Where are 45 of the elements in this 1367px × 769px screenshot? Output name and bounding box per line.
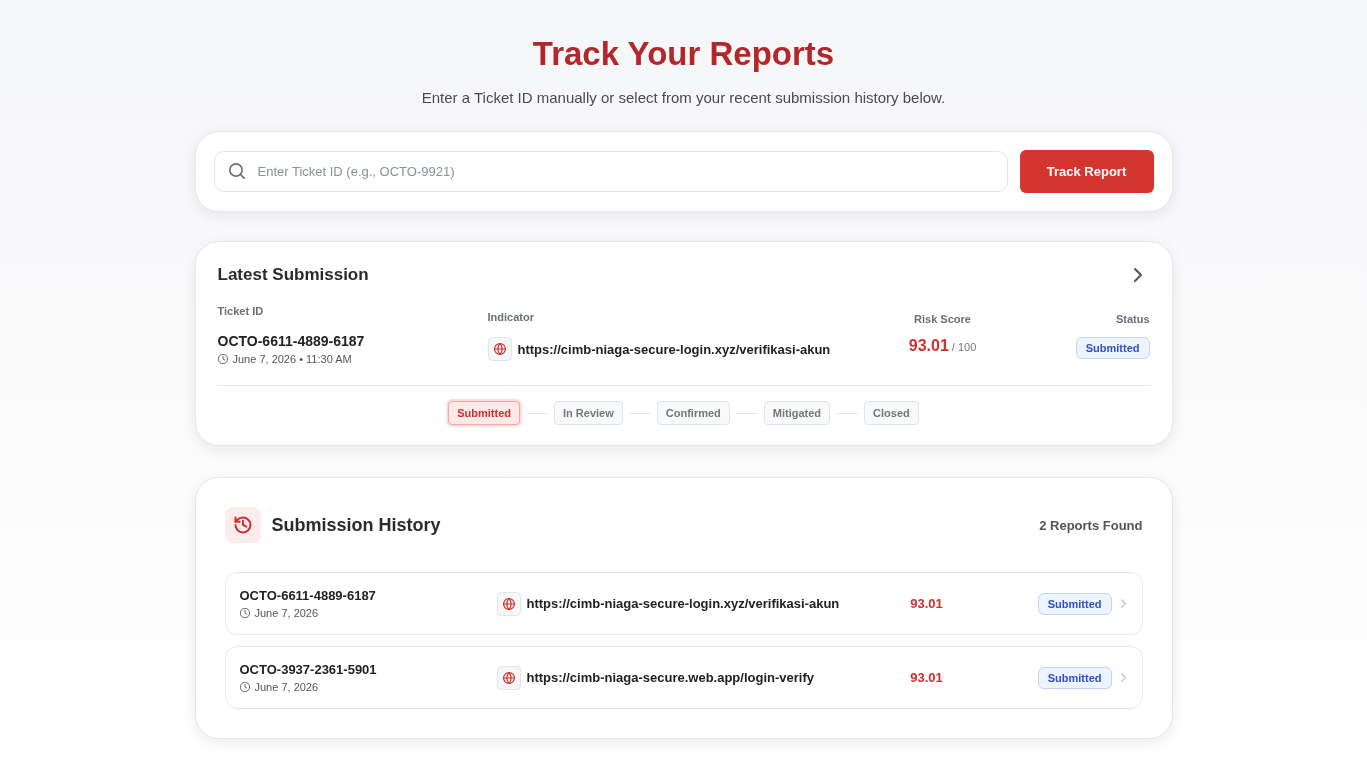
page-title: Track Your Reports [531,34,836,74]
ticket-search-field[interactable]: Enter Ticket ID (e.g., OCTO-9921) [213,151,1008,192]
column-label: Status [1115,312,1150,326]
indicator-url: https://cimb-niaga-secure-login.xyz/verifikasi-akun [517,341,831,357]
reports-count: 2 Reports Found [1039,517,1143,533]
progress-step: Confirmed [656,401,730,425]
status-badge: Submitted [1075,337,1150,359]
ticket-id: OCTO-3937-2361-5901 [239,660,377,678]
globe-icon [496,591,521,616]
status-badge: Submitted [1037,592,1112,615]
indicator-url: https://cimb-niaga-secure-login.xyz/verifikasi-akun [526,596,840,611]
clock-icon [239,681,250,692]
clock-icon [217,354,228,364]
progress-step: Closed [864,401,919,425]
ticket-id: OCTO-6611-4889-6187 [239,586,376,604]
submission-date: June 7, 2026 [254,605,319,621]
card-title: Submission History [271,514,441,536]
history-row[interactable]: OCTO-6611-4889-6187 June 7, 2026 https://cimb-niaga-secure-login.xyz/verifikasi-akun 93.01 Submitted [224,572,1143,635]
page-subtitle: Enter a Ticket ID manually or select from your recent submission history below. [421,88,946,108]
submission-date: June 7, 2026 • 11:30 AM [232,352,352,367]
risk-score: 93.01 [910,596,943,611]
column-label: Ticket ID [217,304,264,318]
history-row[interactable]: OCTO-3937-2361-5901 June 7, 2026 https://cimb-niaga-secure.web.app/login-verify 93.01 Submitted [224,646,1143,709]
chevron-right-icon [1120,673,1126,682]
column-label: Risk Score [914,312,971,326]
globe-icon [496,665,521,690]
progress-step: In Review [554,401,623,425]
progress-step: Submitted [448,401,521,425]
history-icon [224,507,261,543]
risk-score: 93.01 [910,670,943,685]
globe-icon [487,337,512,361]
column-label: Indicator [487,310,534,324]
status-badge: Submitted [1037,666,1112,689]
submission-date: June 7, 2026 [254,679,319,695]
search-icon [228,163,245,179]
ticket-id: OCTO-6611-4889-6187 [217,332,365,350]
card-title: Latest Submission [217,264,369,286]
chevron-right-icon [1133,268,1142,282]
indicator-url: https://cimb-niaga-secure.web.app/login-verify [526,670,814,685]
risk-score: 93.01 [908,337,949,355]
clock-icon [239,607,250,618]
track-report-button[interactable]: Track Report [1019,150,1154,193]
chevron-right-icon [1120,599,1126,608]
progress-step: Mitigated [763,401,831,425]
risk-score-max: / 100 [951,341,977,353]
